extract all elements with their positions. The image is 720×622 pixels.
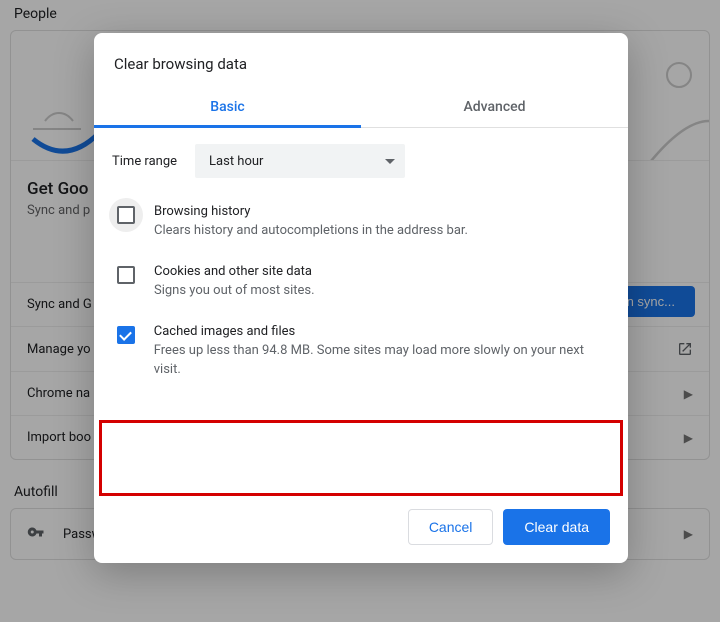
option-title: Browsing history bbox=[154, 204, 468, 219]
option-desc: Frees up less than 94.8 MB. Some sites m… bbox=[154, 342, 610, 378]
tab-basic[interactable]: Basic bbox=[94, 87, 361, 127]
dialog-title: Clear browsing data bbox=[114, 55, 608, 73]
dialog-tabs: Basic Advanced bbox=[94, 87, 628, 128]
option-title: Cached images and files bbox=[154, 324, 610, 339]
option-cached-files: Cached images and files Frees up less th… bbox=[112, 316, 610, 394]
clear-browsing-data-dialog: Clear browsing data Basic Advanced Time … bbox=[94, 33, 628, 563]
checkbox-cached-files[interactable] bbox=[117, 326, 135, 344]
time-range-row: Time range Last hour bbox=[112, 144, 610, 178]
time-range-value: Last hour bbox=[209, 154, 263, 169]
option-desc: Clears history and autocompletions in th… bbox=[154, 222, 468, 240]
clear-data-button[interactable]: Clear data bbox=[503, 509, 610, 545]
option-desc: Signs you out of most sites. bbox=[154, 282, 315, 300]
dialog-footer: Cancel Clear data bbox=[94, 497, 628, 563]
tab-advanced[interactable]: Advanced bbox=[361, 87, 628, 127]
dialog-header: Clear browsing data bbox=[94, 33, 628, 87]
time-range-label: Time range bbox=[112, 154, 177, 169]
cancel-button[interactable]: Cancel bbox=[408, 509, 494, 545]
annotation-highlight bbox=[99, 420, 623, 496]
time-range-select[interactable]: Last hour bbox=[195, 144, 405, 178]
option-cookies: Cookies and other site data Signs you ou… bbox=[112, 256, 610, 316]
checkbox-browsing-history[interactable] bbox=[117, 206, 135, 224]
dialog-body: Time range Last hour Browsing history Cl… bbox=[94, 128, 628, 497]
checkbox-cookies[interactable] bbox=[117, 266, 135, 284]
option-title: Cookies and other site data bbox=[154, 264, 315, 279]
chevron-down-icon bbox=[385, 159, 395, 164]
option-browsing-history: Browsing history Clears history and auto… bbox=[112, 196, 610, 256]
